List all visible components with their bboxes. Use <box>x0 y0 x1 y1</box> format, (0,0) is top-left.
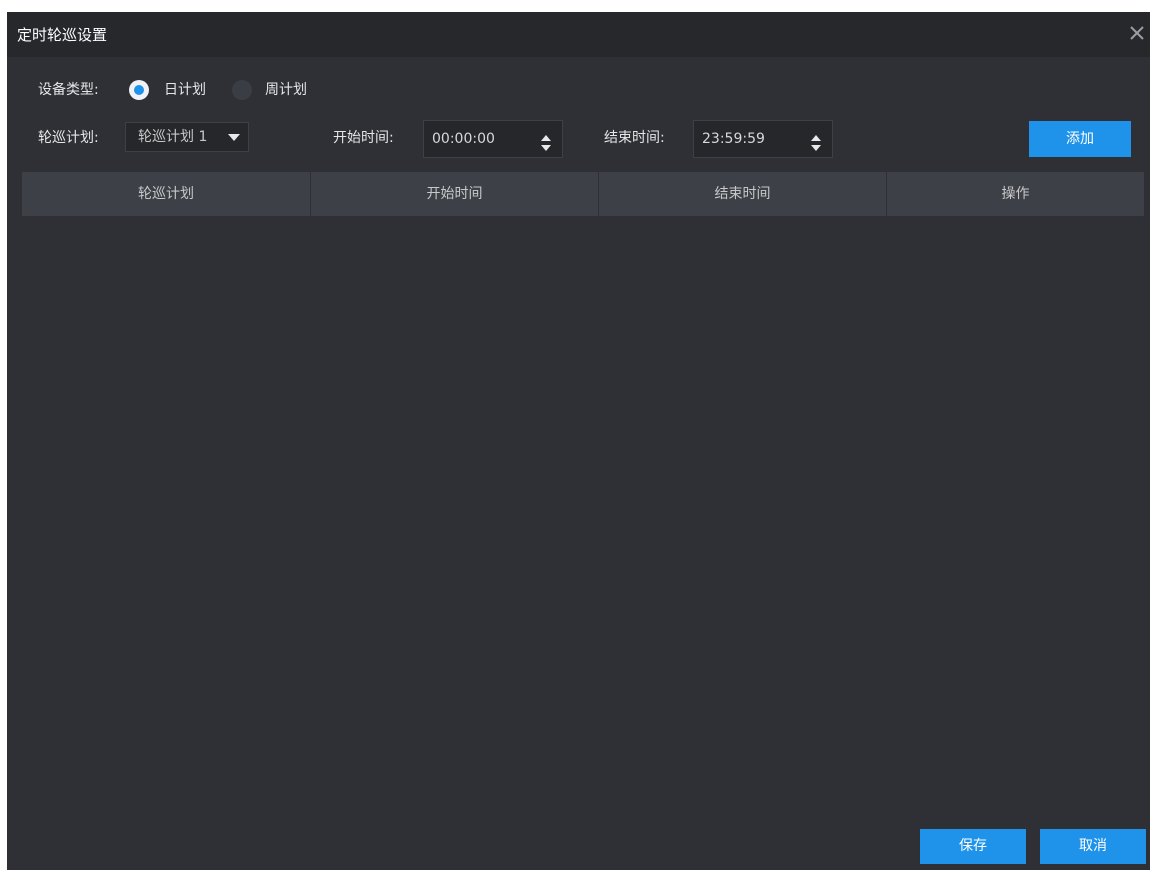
start-time-spinner-icon[interactable] <box>540 130 552 151</box>
plan-select-value: 轮巡计划 1 <box>138 129 208 145</box>
weekly-plan-radio[interactable] <box>232 80 252 100</box>
dialog-titlebar: 定时轮巡设置 <box>7 12 1150 57</box>
daily-plan-radio[interactable] <box>129 80 149 100</box>
plan-label: 轮巡计划: <box>38 130 99 146</box>
start-time-label: 开始时间: <box>333 130 394 146</box>
end-time-spinner-icon[interactable] <box>810 130 822 151</box>
plan-time-row: 轮巡计划: 轮巡计划 1 开始时间: 结束时间: <box>7 118 1150 158</box>
column-header-end-time[interactable]: 结束时间 <box>599 172 887 216</box>
timed-patrol-dialog: 定时轮巡设置 设备类型: 日计划 周计划 轮巡计划: 轮巡计划 1 开始时间: <box>7 12 1150 870</box>
column-header-plan[interactable]: 轮巡计划 <box>22 172 311 216</box>
device-type-row: 设备类型: 日计划 周计划 <box>7 76 1150 106</box>
close-icon[interactable] <box>1126 22 1148 44</box>
end-time-field <box>693 120 833 158</box>
weekly-plan-label[interactable]: 周计划 <box>265 80 307 100</box>
dialog-title: 定时轮巡设置 <box>17 26 108 44</box>
save-button[interactable]: 保存 <box>920 829 1026 864</box>
plan-select[interactable]: 轮巡计划 1 <box>125 122 249 152</box>
table-body <box>22 216 1144 816</box>
add-button[interactable]: 添加 <box>1029 121 1131 157</box>
start-time-input[interactable] <box>432 121 522 157</box>
device-type-label: 设备类型: <box>38 82 99 98</box>
chevron-down-icon <box>228 134 240 141</box>
start-time-field <box>423 120 563 158</box>
end-time-input[interactable] <box>702 121 792 157</box>
column-header-operation[interactable]: 操作 <box>887 172 1144 216</box>
daily-plan-label[interactable]: 日计划 <box>164 80 206 100</box>
table-header: 轮巡计划 开始时间 结束时间 操作 <box>22 172 1144 216</box>
cancel-button[interactable]: 取消 <box>1040 829 1146 864</box>
column-header-start-time[interactable]: 开始时间 <box>311 172 599 216</box>
end-time-label: 结束时间: <box>604 130 665 146</box>
